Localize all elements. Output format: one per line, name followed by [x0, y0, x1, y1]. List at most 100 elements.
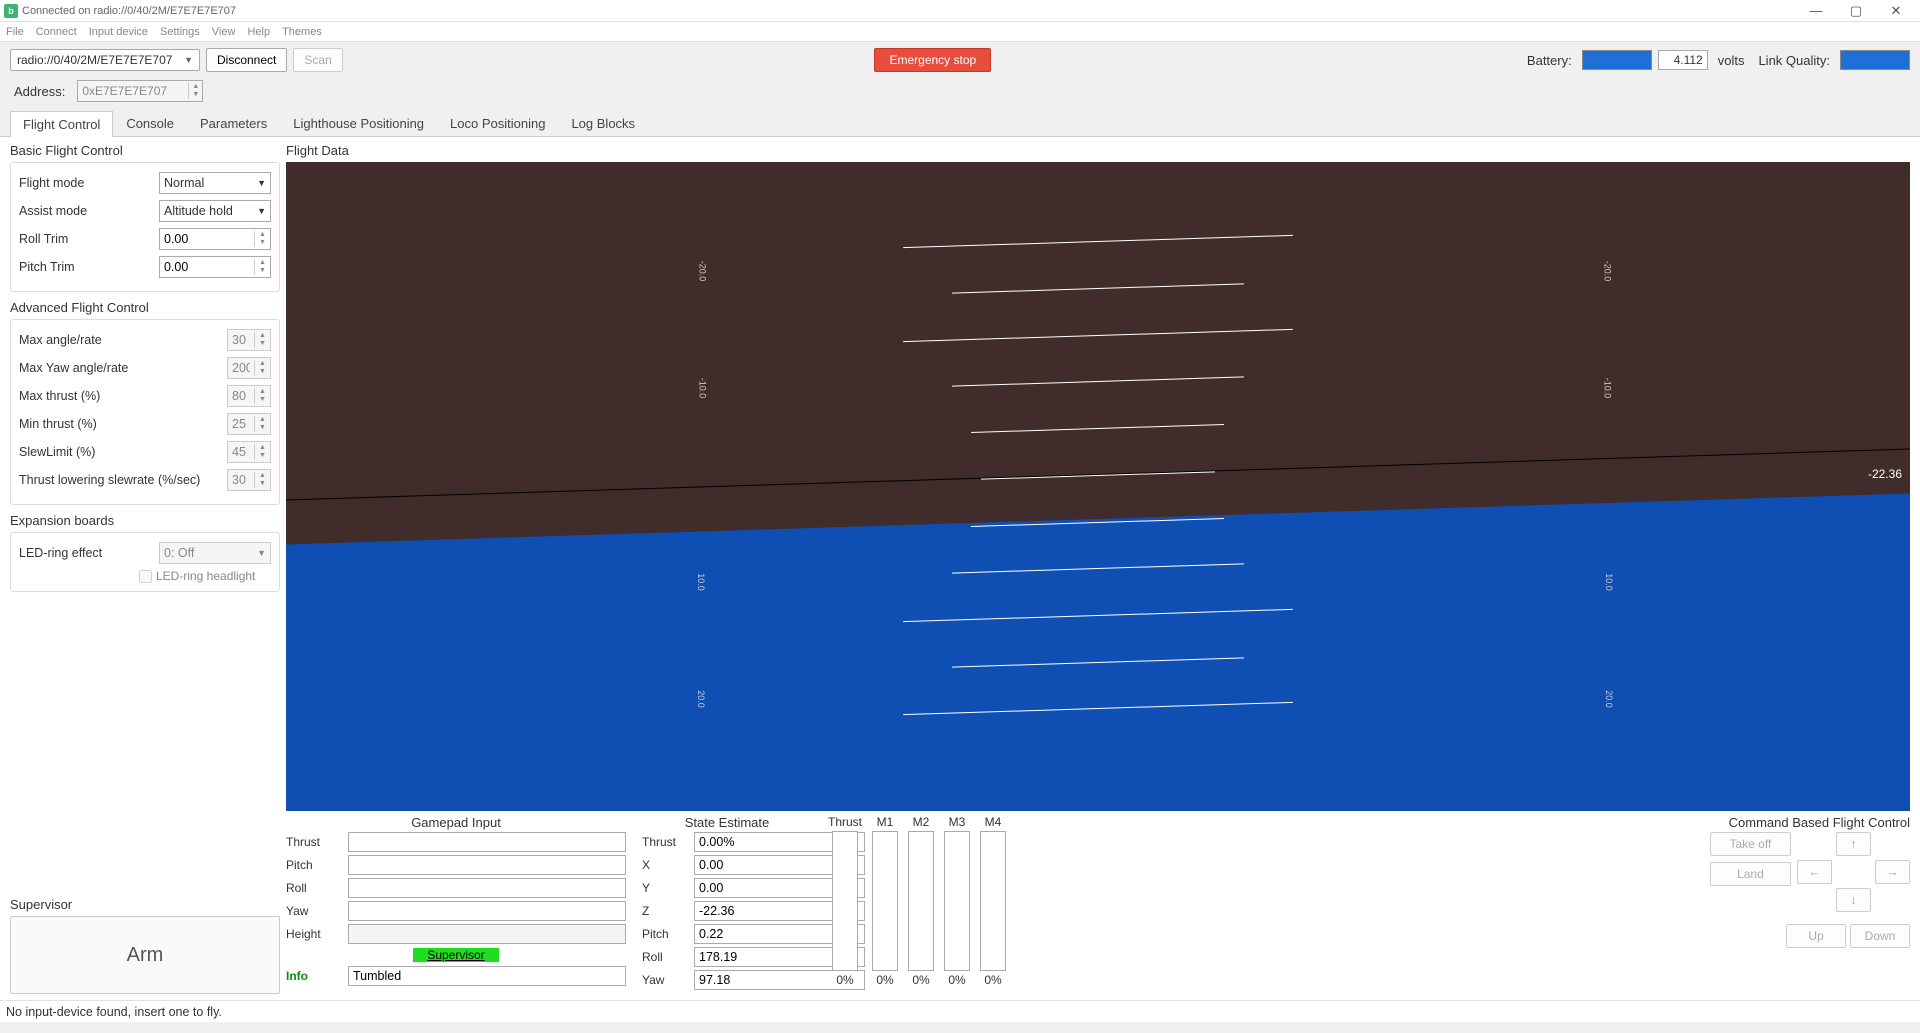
- attitude-indicator: -22.36 -20.0 -10.0 10.0 20.0 -20.0 -10.0…: [286, 162, 1910, 811]
- chevron-down-icon: ▼: [257, 206, 266, 216]
- tab-logblocks[interactable]: Log Blocks: [558, 110, 648, 136]
- tab-flight-control[interactable]: Flight Control: [10, 111, 113, 137]
- m1-bar: [872, 831, 898, 971]
- basic-group: Flight mode Normal▼ Assist mode Altitude…: [10, 162, 280, 292]
- down-arrow-icon[interactable]: ▼: [189, 91, 202, 99]
- link-quality-bar: [1840, 50, 1910, 70]
- assist-mode-select[interactable]: Altitude hold▼: [159, 200, 271, 222]
- down-button[interactable]: Down: [1850, 924, 1910, 948]
- gp-pitch[interactable]: [348, 855, 626, 875]
- m4-label: M4: [985, 815, 1002, 829]
- flight-data-title: Flight Data: [286, 143, 1910, 158]
- left-column: Basic Flight Control Flight mode Normal▼…: [10, 143, 280, 994]
- land-button[interactable]: Land: [1710, 862, 1791, 886]
- max-thrust-input: ▲▼: [227, 385, 271, 407]
- thrust-slew-input: ▲▼: [227, 469, 271, 491]
- maximize-icon[interactable]: ▢: [1836, 0, 1876, 22]
- address-input[interactable]: [78, 82, 188, 100]
- state-title: State Estimate: [642, 815, 812, 830]
- slewlimit-label: SlewLimit (%): [19, 445, 221, 459]
- gp-height: [348, 924, 626, 944]
- up-arrow-icon[interactable]: ▲: [189, 83, 202, 91]
- tab-parameters[interactable]: Parameters: [187, 110, 280, 136]
- menu-help[interactable]: Help: [247, 26, 270, 38]
- tab-loco[interactable]: Loco Positioning: [437, 110, 558, 136]
- takeoff-button[interactable]: Take off: [1710, 832, 1791, 856]
- menu-input[interactable]: Input device: [89, 26, 148, 38]
- main: Basic Flight Control Flight mode Normal▼…: [0, 137, 1920, 1000]
- gp-roll[interactable]: [348, 878, 626, 898]
- thrust-slew-label: Thrust lowering slewrate (%/sec): [19, 473, 221, 487]
- close-icon[interactable]: ✕: [1876, 0, 1916, 22]
- m2-bar: [908, 831, 934, 971]
- gp-yaw-label: Yaw: [286, 904, 344, 918]
- m4-bar: [980, 831, 1006, 971]
- right-button[interactable]: →: [1875, 860, 1910, 884]
- emergency-stop-button[interactable]: Emergency stop: [874, 48, 991, 72]
- menu-themes[interactable]: Themes: [282, 26, 322, 38]
- scan-button[interactable]: Scan: [293, 48, 342, 72]
- tab-lighthouse[interactable]: Lighthouse Positioning: [280, 110, 437, 136]
- adv-group: Max angle/rate ▲▼ Max Yaw angle/rate ▲▼ Ma…: [10, 319, 280, 505]
- menu-connect[interactable]: Connect: [36, 26, 77, 38]
- pitch-trim-label: Pitch Trim: [19, 260, 153, 274]
- left-button[interactable]: ←: [1797, 860, 1832, 884]
- arm-button[interactable]: Arm: [10, 916, 280, 994]
- menu-settings[interactable]: Settings: [160, 26, 200, 38]
- tabs: Flight Control Console Parameters Lighth…: [0, 110, 1920, 137]
- exp-group: LED-ring effect 0: Off▼ LED-ring headlig…: [10, 532, 280, 592]
- battery-bar: [1582, 50, 1652, 70]
- address-row: Address: ▲▼: [0, 78, 1920, 110]
- supervisor-title: Supervisor: [10, 897, 280, 912]
- menu-view[interactable]: View: [212, 26, 236, 38]
- gamepad-title: Gamepad Input: [286, 815, 626, 830]
- uri-text: radio://0/40/2M/E7E7E7E707: [17, 53, 172, 67]
- min-thrust-input: ▲▼: [227, 413, 271, 435]
- gp-yaw[interactable]: [348, 901, 626, 921]
- app-icon: b: [4, 4, 18, 18]
- exp-title: Expansion boards: [10, 513, 280, 528]
- volts-label: volts: [1718, 53, 1745, 68]
- toolbar: radio://0/40/2M/E7E7E7E707 ▼ Disconnect …: [0, 42, 1920, 78]
- gp-pitch-label: Pitch: [286, 858, 344, 872]
- cmd-title: Command Based Flight Control: [1710, 815, 1910, 830]
- min-thrust-label: Min thrust (%): [19, 417, 221, 431]
- pitch-trim-input[interactable]: ▲▼: [159, 256, 271, 278]
- disconnect-button[interactable]: Disconnect: [206, 48, 287, 72]
- roll-trim-input[interactable]: ▲▼: [159, 228, 271, 250]
- max-angle-input: ▲▼: [227, 329, 271, 351]
- max-angle-label: Max angle/rate: [19, 333, 221, 347]
- minimize-icon[interactable]: —: [1796, 0, 1836, 22]
- fwd-button[interactable]: ↑: [1836, 832, 1871, 856]
- max-thrust-label: Max thrust (%): [19, 389, 221, 403]
- max-yaw-label: Max Yaw angle/rate: [19, 361, 221, 375]
- battery-label: Battery:: [1527, 53, 1572, 68]
- back-button[interactable]: ↓: [1836, 888, 1871, 912]
- chevron-down-icon: ▼: [257, 548, 266, 558]
- tab-console[interactable]: Console: [113, 110, 187, 136]
- state-panel: State Estimate Thrust X Y Z Pitch Roll Y…: [642, 815, 812, 990]
- gamepad-panel: Gamepad Input Thrust Pitch Roll Yaw Heig…: [286, 815, 626, 986]
- led-effect-label: LED-ring effect: [19, 546, 153, 560]
- thrust-bar-label: Thrust: [828, 815, 862, 829]
- basic-title: Basic Flight Control: [10, 143, 280, 158]
- m2-label: M2: [913, 815, 930, 829]
- gp-thrust[interactable]: [348, 832, 626, 852]
- thrust-bar: [832, 831, 858, 971]
- gp-thrust-label: Thrust: [286, 835, 344, 849]
- m1-label: M1: [877, 815, 894, 829]
- adv-title: Advanced Flight Control: [10, 300, 280, 315]
- voltage-readout: 4.112: [1658, 50, 1708, 70]
- gp-height-label: Height: [286, 927, 344, 941]
- uri-combo[interactable]: radio://0/40/2M/E7E7E7E707 ▼: [10, 49, 200, 71]
- address-spinner[interactable]: ▲▼: [77, 80, 203, 102]
- menu-file[interactable]: File: [6, 26, 24, 38]
- flight-mode-select[interactable]: Normal▼: [159, 172, 271, 194]
- supervisor-badge[interactable]: Supervisor: [413, 948, 498, 962]
- led-effect-select: 0: Off▼: [159, 542, 271, 564]
- horizon-z-value: -22.36: [1868, 467, 1902, 481]
- link-quality-label: Link Quality:: [1758, 53, 1830, 68]
- up-button[interactable]: Up: [1786, 924, 1846, 948]
- roll-trim-label: Roll Trim: [19, 232, 153, 246]
- gp-info[interactable]: [348, 966, 626, 986]
